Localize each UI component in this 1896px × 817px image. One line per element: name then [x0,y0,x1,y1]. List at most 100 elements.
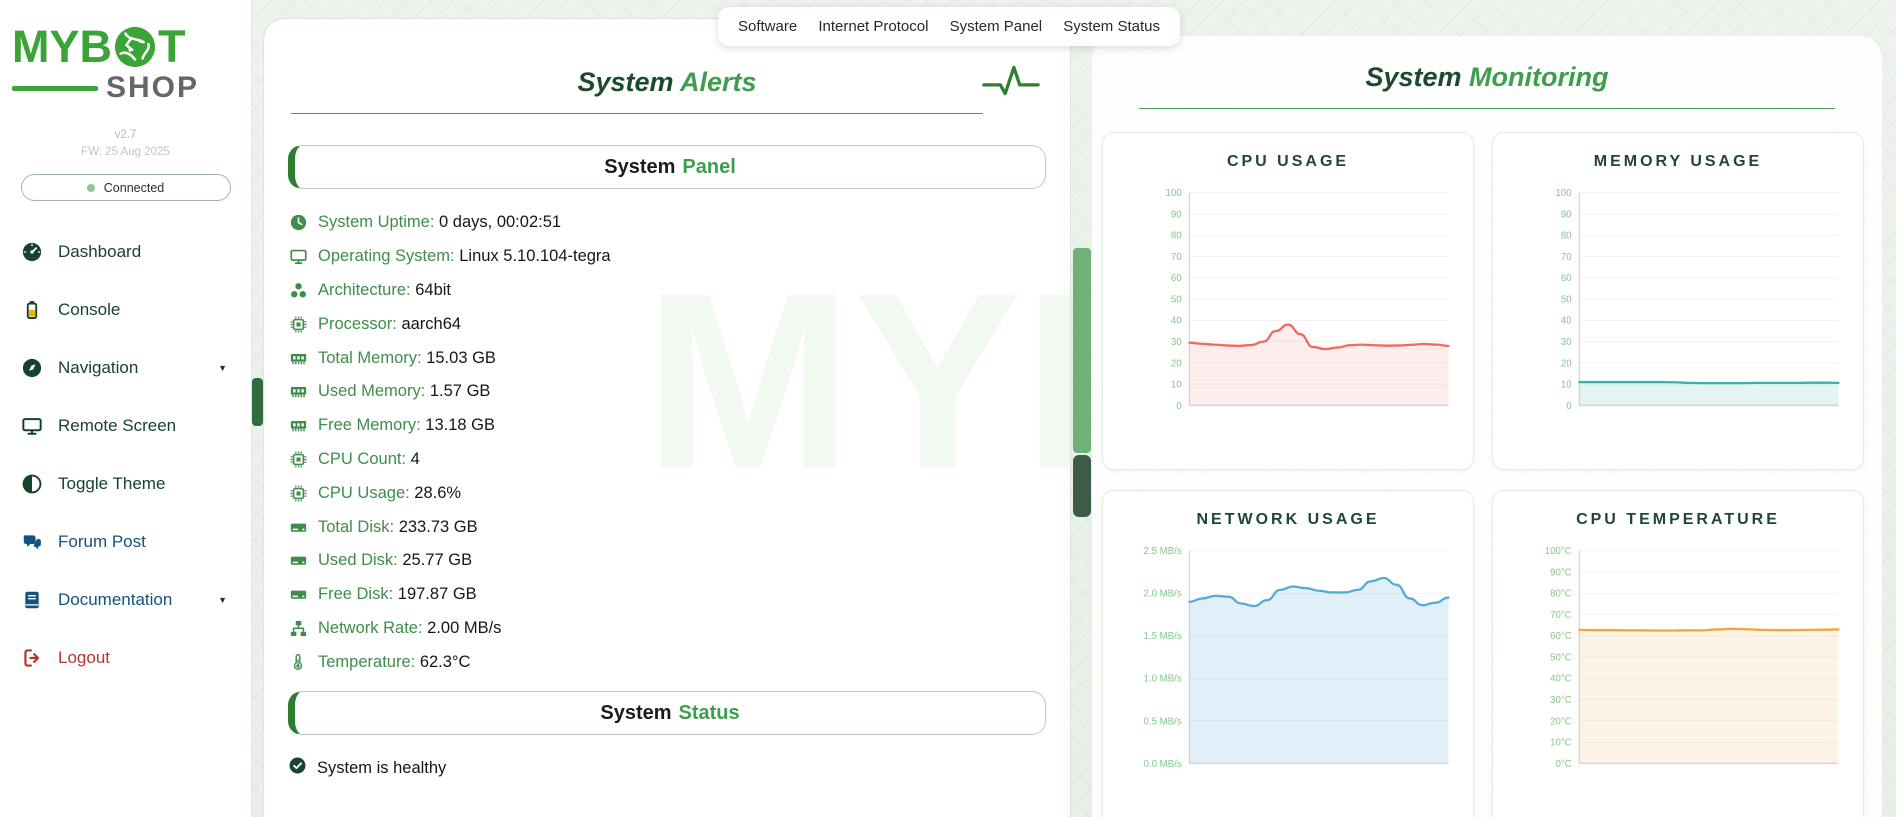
chip-icon [289,485,307,502]
svg-text:1.0 MB/s: 1.0 MB/s [1144,674,1182,685]
svg-text:40: 40 [1561,316,1572,327]
nav-item-system-status[interactable]: System Status [1063,18,1160,35]
svg-text:40°C: 40°C [1550,674,1572,685]
compass-icon [22,358,42,378]
chevron-down-icon[interactable]: ▼ [218,595,227,605]
svg-text:100: 100 [1166,188,1182,199]
sidebar-item-documentation[interactable]: Documentation ▼ [0,571,251,629]
background-decoration [1073,248,1091,453]
cpu-usage-chart: 0102030405060708090100 [1114,181,1462,423]
sidebar-item-toggle-theme[interactable]: Toggle Theme [0,455,251,513]
monitoring-title: System Monitoring [1092,36,1882,93]
svg-text:10: 10 [1561,380,1572,391]
chat-icon [22,532,42,552]
list-item: Operating System: Linux 5.10.104-tegra [289,240,1070,274]
system-health-status: System is healthy [289,757,1070,779]
svg-text:0.5 MB/s: 0.5 MB/s [1144,716,1182,727]
title-system: System [577,67,673,97]
sidebar-item-label: Logout [58,648,110,668]
connection-dot-icon [87,184,95,192]
list-item: Free Disk: 197.87 GB [289,578,1070,612]
sidebar-item-dashboard[interactable]: Dashboard [0,223,251,281]
svg-text:20: 20 [1171,358,1182,369]
network-usage-card: NETWORK USAGE 0.0 MB/s0.5 MB/s1.0 MB/s1.… [1102,490,1474,817]
thermometer-icon [289,654,307,671]
svg-text:30°C: 30°C [1550,695,1572,706]
cpu-usage-card: CPU USAGE 0102030405060708090100 [1102,132,1474,470]
memory-icon [289,350,307,367]
sidebar-item-label: Console [58,300,120,320]
sidebar-item-navigation[interactable]: Navigation ▼ [0,339,251,397]
logo-text-post: T [158,24,186,69]
system-monitoring-panel: System Monitoring CPU USAGE 0 10 20 30 40 50 6… [1092,36,1882,817]
svg-text:20: 20 [1561,358,1572,369]
svg-text:60°C: 60°C [1550,631,1572,642]
svg-text:30: 30 [1171,337,1182,348]
svg-text:90°C: 90°C [1550,567,1572,578]
list-item: Architecture: 64bit [289,274,1070,308]
globe-icon [113,25,157,69]
cpu-temperature-chart: 0°C10°C20°C30°C40°C50°C60°C70°C80°C90°C1… [1504,539,1852,781]
sidebar: MYBT SHOP v2.7 FW: 25 Aug 2025 Connected… [0,0,252,817]
chart-title: MEMORY USAGE [1493,153,1863,171]
theme-icon [22,474,42,494]
charts-grid: CPU USAGE 0102030405060708090100 MEMORY … [1102,132,1864,817]
memory-usage-card: MEMORY USAGE 0102030405060708090100 [1492,132,1864,470]
memory-icon [289,417,307,434]
disk-icon [289,519,307,536]
svg-text:70°C: 70°C [1550,610,1572,621]
nav-item-system-panel[interactable]: System Panel [950,18,1043,35]
title-monitoring: Monitoring [1469,62,1608,92]
sidebar-item-label: Documentation [58,590,172,610]
svg-text:0: 0 [1566,401,1571,412]
svg-text:0: 0 [1176,401,1181,412]
monitor-icon [22,416,42,436]
svg-text:2.5 MB/s: 2.5 MB/s [1144,546,1182,557]
svg-text:60: 60 [1561,273,1572,284]
logo: MYB T SHOP [0,0,251,103]
sidebar-item-forum-post[interactable]: Forum Post [0,513,251,571]
svg-text:80: 80 [1561,231,1572,242]
sidebar-item-label: Navigation [58,358,138,378]
svg-text:10°C: 10°C [1550,738,1572,749]
logo-shop: SHOP [106,73,199,103]
svg-text:90: 90 [1171,209,1182,220]
sidebar-item-label: Forum Post [58,532,146,552]
memory-icon [289,383,307,400]
connection-status-badge[interactable]: Connected [21,174,231,201]
logo-mybot: MYB T [12,24,251,69]
disk-icon [289,552,307,569]
nav-item-internet-protocol[interactable]: Internet Protocol [818,18,928,35]
list-item: Processor: aarch64 [289,307,1070,341]
svg-text:100: 100 [1556,188,1572,199]
svg-text:50: 50 [1561,294,1572,305]
svg-text:20°C: 20°C [1550,716,1572,727]
logo-text-pre: MYB [12,24,112,69]
chip-icon [289,316,307,333]
chart-title: NETWORK USAGE [1103,511,1473,529]
chart-title: CPU USAGE [1103,153,1473,171]
list-item: CPU Count: 4 [289,443,1070,477]
svg-text:0.0 MB/s: 0.0 MB/s [1144,759,1182,770]
sidebar-item-logout[interactable]: Logout [0,629,251,687]
disk-icon [289,586,307,603]
svg-text:100°C: 100°C [1545,546,1572,557]
memory-usage-chart: 0102030405060708090100 [1504,181,1852,423]
sidebar-item-remote-screen[interactable]: Remote Screen [0,397,251,455]
title-alerts: Alerts [680,67,757,97]
chevron-down-icon[interactable]: ▼ [218,363,227,373]
sidebar-item-console[interactable]: Console [0,281,251,339]
network-icon [289,620,307,637]
background-decoration [1073,455,1091,517]
nav-item-software[interactable]: Software [738,18,797,35]
list-item: CPU Usage: 28.6% [289,476,1070,510]
nodes-icon [289,282,307,299]
sidebar-item-label: Toggle Theme [58,474,165,494]
sidebar-item-label: Remote Screen [58,416,176,436]
svg-text:2.0 MB/s: 2.0 MB/s [1144,589,1182,600]
svg-text:50: 50 [1171,294,1182,305]
background-decoration [252,378,263,426]
title-system: System [1365,62,1461,92]
list-item: System Uptime: 0 days, 00:02:51 [289,206,1070,240]
list-item: Network Rate: 2.00 MB/s [289,612,1070,646]
